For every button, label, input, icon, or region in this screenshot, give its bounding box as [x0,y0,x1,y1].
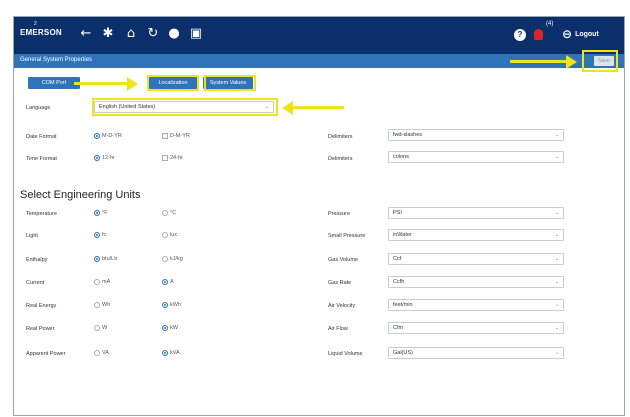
refresh-icon[interactable]: ↻ [145,26,161,42]
unit-option-real-energy-a[interactable]: Wh [94,302,110,308]
unit-select-gas-volume[interactable]: Ccf ⌄ [388,253,564,265]
unit-select-gas-rate[interactable]: Ccfh ⌄ [388,276,564,288]
unit-option-temperature-a[interactable]: °F [94,210,108,216]
unit-option-apparent-power-b[interactable]: kVA [162,350,180,356]
radio-button[interactable] [94,302,100,308]
highlight-save-button [582,50,618,72]
unit-option-light-a[interactable]: fc [94,232,106,238]
back-arrow-icon[interactable]: ← [78,26,94,42]
unit-label-air-velocity: Air Velocity [328,303,356,309]
delimiters-date-label: Delimiters [328,134,353,140]
radio-button[interactable] [162,325,168,331]
unit-label-current: Current [26,280,45,286]
logout-icon: ⊖ [562,27,573,41]
arrow-head-right-save [566,55,577,69]
radio-button[interactable] [94,210,100,216]
unit-option-real-power-b[interactable]: kW [162,325,178,331]
highlight-language-select [92,98,278,116]
radio-selected[interactable] [94,155,100,161]
radio-button[interactable] [94,325,100,331]
engineering-units-heading: Select Engineering Units [20,189,141,201]
arrow-to-language [292,106,344,109]
radio-button[interactable] [94,350,100,356]
arrow-to-save [510,60,566,63]
app-window: 2 EMERSON ← ✱ ⌂ ↻ ● ▣ ? (4) ⊖ Logout Gener… [13,16,625,416]
unit-label-air-flow: Air Flow [328,326,348,332]
unit-select-liquid-volume[interactable]: Gal(US) ⌄ [388,347,564,359]
help-icon[interactable]: ? [514,29,526,41]
unit-option-light-b[interactable]: lux [162,232,177,238]
delimiters-time-label: Delimiters [328,156,353,162]
unit-label-real-energy: Real Energy [26,303,57,309]
radio-button[interactable] [162,302,168,308]
radio-button[interactable] [94,232,100,238]
unit-option-current-b[interactable]: A [162,279,174,285]
logout-button[interactable]: ⊖ Logout [562,27,599,41]
radio-button[interactable] [162,279,168,285]
unit-option-real-power-a[interactable]: W [94,325,107,331]
unit-label-gas-rate: Gas Rate [328,280,352,286]
unit-select-air-flow[interactable]: Cfm ⌄ [388,322,564,334]
radio-button[interactable] [94,279,100,285]
unit-select-small-pressure[interactable]: inWater ⌄ [388,229,564,241]
arrow-head-left [282,101,293,115]
radio-button[interactable] [162,350,168,356]
unit-select-pressure[interactable]: PSI ⌄ [388,207,564,219]
unit-label-pressure: Pressure [328,211,351,217]
arrow-to-localization [74,82,129,85]
radio-unselected[interactable] [162,155,168,161]
unit-label-light: Light [26,233,38,239]
time-format-option-24hr[interactable]: 24-hr [162,155,183,161]
emerson-logo: 2 EMERSON [20,21,62,37]
date-format-option-dmyr[interactable]: D-M-YR [162,133,190,139]
radio-unselected[interactable] [162,133,168,139]
radio-button[interactable] [162,210,168,216]
unit-label-temperature: Temperature [26,211,57,217]
unit-option-enthalpy-a[interactable]: btu/Lb [94,256,117,262]
unit-option-current-a[interactable]: mA [94,279,110,285]
radio-button[interactable] [162,256,168,262]
unit-label-gas-volume: Gas Volume [328,257,358,263]
unit-option-real-energy-b[interactable]: kWh [162,302,181,308]
time-format-label: Time Format [26,156,57,162]
time-format-option-12hr[interactable]: 12-hr [94,155,115,161]
unit-option-enthalpy-b[interactable]: kJ/kg [162,256,183,262]
arrow-head-right [127,77,138,91]
unit-option-apparent-power-a[interactable]: VA [94,350,109,356]
date-format-option-mdyr[interactable]: M-D-YR [94,133,122,139]
tab-com-port[interactable]: COM Port [28,77,80,89]
date-delimiters-select[interactable]: fwd-slashes ⌄ [388,129,564,141]
unit-label-apparent-power: Apparent Power [26,351,66,357]
page-title: General System Properties [20,57,93,63]
globe-icon[interactable]: ● [166,26,182,42]
radio-button[interactable] [94,256,100,262]
unit-option-temperature-b[interactable]: °C [162,210,176,216]
radio-button[interactable] [162,232,168,238]
time-delimiters-select[interactable]: colons ⌄ [388,151,564,163]
top-nav-bar: 2 EMERSON ← ✱ ⌂ ↻ ● ▣ ? (4) ⊖ Logout [14,17,624,54]
unit-label-real-power: Real Power [26,326,55,332]
unit-select-air-velocity[interactable]: feet/min ⌄ [388,299,564,311]
language-label: Language [26,105,51,111]
highlight-system-values-tab [204,75,256,91]
calendar-icon[interactable]: ▣ [188,26,204,42]
gear-icon[interactable]: ✱ [100,26,116,42]
unit-label-liquid-volume: Liquid Volume [328,351,363,357]
home-icon[interactable]: ⌂ [123,26,139,42]
notification-count: (4) [546,21,554,27]
unit-label-small-pressure: Small Pressure [328,233,366,239]
date-format-label: Date Format [26,134,57,140]
highlight-localization-tab [147,75,199,91]
radio-selected[interactable] [94,133,100,139]
bell-icon[interactable] [534,29,543,40]
unit-label-enthalpy: Enthalpy [26,257,48,263]
